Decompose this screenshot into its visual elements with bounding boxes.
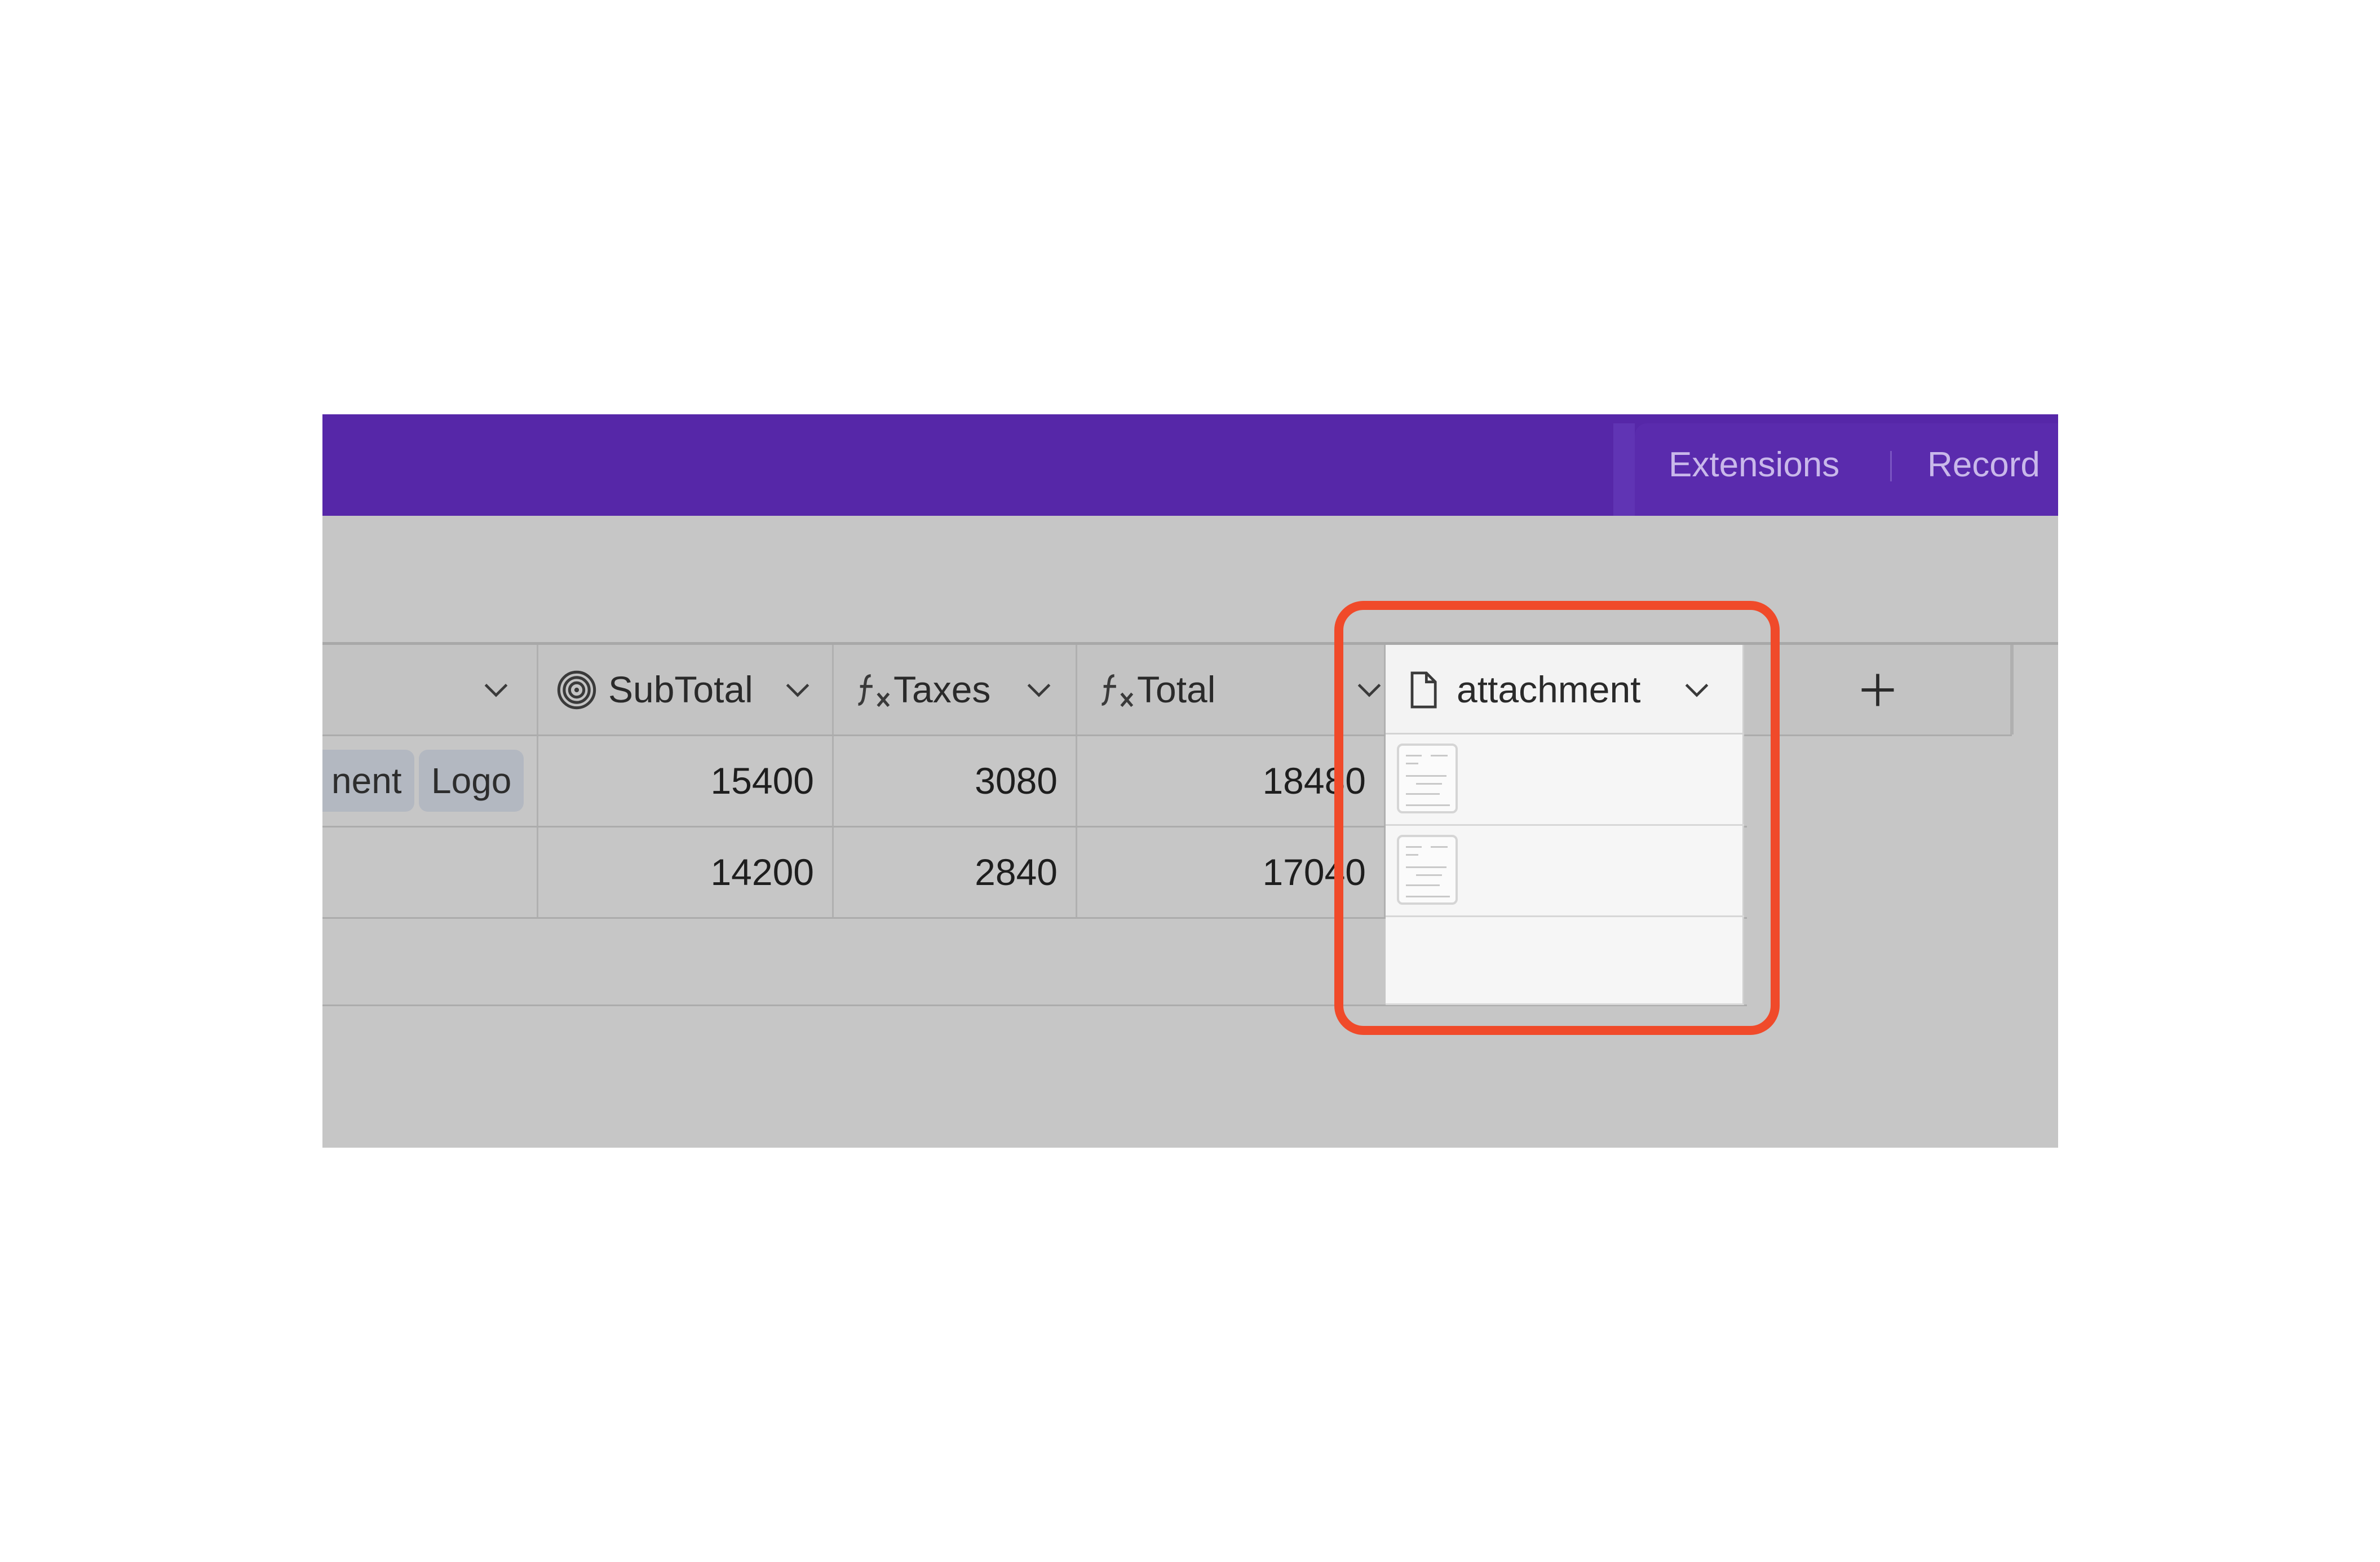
taxes-cell[interactable]: 2840	[834, 828, 1077, 917]
column-header-hidden[interactable]	[322, 645, 538, 734]
top-bar-divider	[1613, 423, 1635, 516]
formula-icon	[1101, 674, 1134, 707]
app-window: Extensions Record SubTotal Taxes Total n…	[322, 414, 2058, 1148]
subtotal-value: 14200	[710, 851, 814, 893]
column-header-subtotal[interactable]: SubTotal	[538, 645, 834, 734]
subtotal-cell[interactable]: 14200	[538, 828, 834, 917]
column-label-taxes: Taxes	[893, 669, 991, 710]
column-label-total: Total	[1137, 669, 1216, 710]
taxes-value: 2840	[975, 851, 1058, 893]
taxes-cell[interactable]: 3080	[834, 736, 1077, 826]
highlight-box	[1334, 601, 1780, 1035]
formula-icon	[858, 674, 890, 707]
add-column-cell[interactable]	[1744, 645, 2012, 734]
subtotal-value: 15400	[710, 760, 814, 802]
tag-chip: Logo	[419, 750, 524, 812]
taxes-value: 3080	[975, 760, 1058, 802]
tag-chip: nent	[322, 750, 414, 812]
header-filler	[2012, 645, 2058, 734]
extensions-button[interactable]: Extensions	[1669, 414, 1839, 516]
column-label-subtotal: SubTotal	[608, 669, 753, 710]
subtotal-cell[interactable]: 15400	[538, 736, 834, 826]
record-button[interactable]: Record	[1927, 414, 2040, 516]
tags-cell[interactable]	[322, 828, 538, 917]
chevron-down-icon[interactable]	[782, 674, 813, 706]
chevron-down-icon[interactable]	[480, 674, 512, 706]
column-header-taxes[interactable]: Taxes	[834, 645, 1077, 734]
rollup-spiral-icon	[557, 670, 596, 710]
chevron-down-icon[interactable]	[1023, 674, 1055, 706]
tags-cell[interactable]: nent Logo	[322, 736, 538, 826]
top-bar-separator	[1890, 451, 1892, 481]
plus-icon[interactable]	[1856, 669, 1899, 711]
